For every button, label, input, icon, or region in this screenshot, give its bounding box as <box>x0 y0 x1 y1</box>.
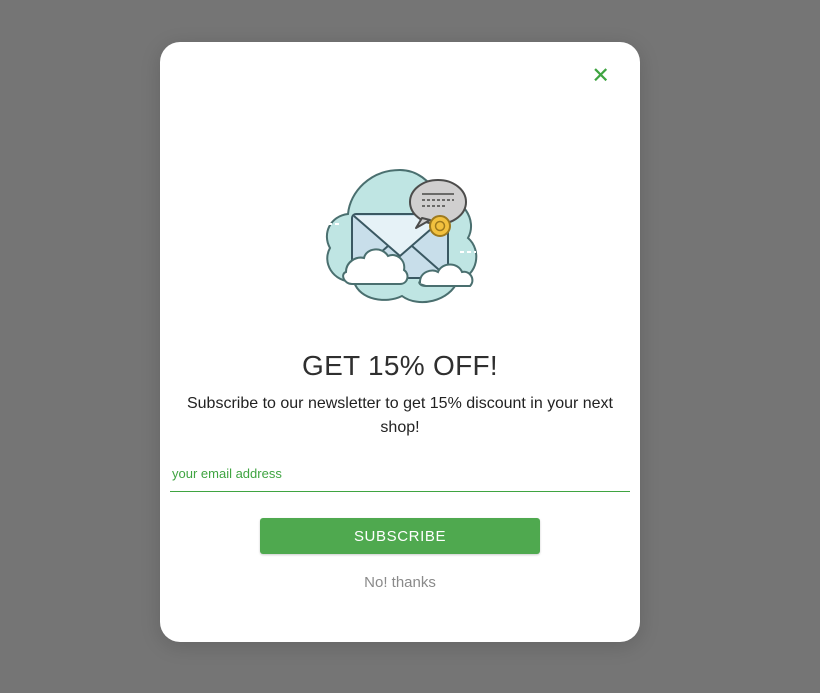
email-input[interactable] <box>170 456 630 492</box>
close-icon <box>593 67 609 88</box>
subscribe-button[interactable]: SUBSCRIBE <box>260 518 540 554</box>
close-button[interactable] <box>590 66 612 88</box>
modal-title: GET 15% OFF! <box>302 350 498 382</box>
modal-subtitle: Subscribe to our newsletter to get 15% d… <box>180 392 620 440</box>
decline-button[interactable]: No! thanks <box>364 574 436 591</box>
newsletter-modal: GET 15% OFF! Subscribe to our newsletter… <box>160 42 640 642</box>
envelope-illustration <box>310 152 490 322</box>
